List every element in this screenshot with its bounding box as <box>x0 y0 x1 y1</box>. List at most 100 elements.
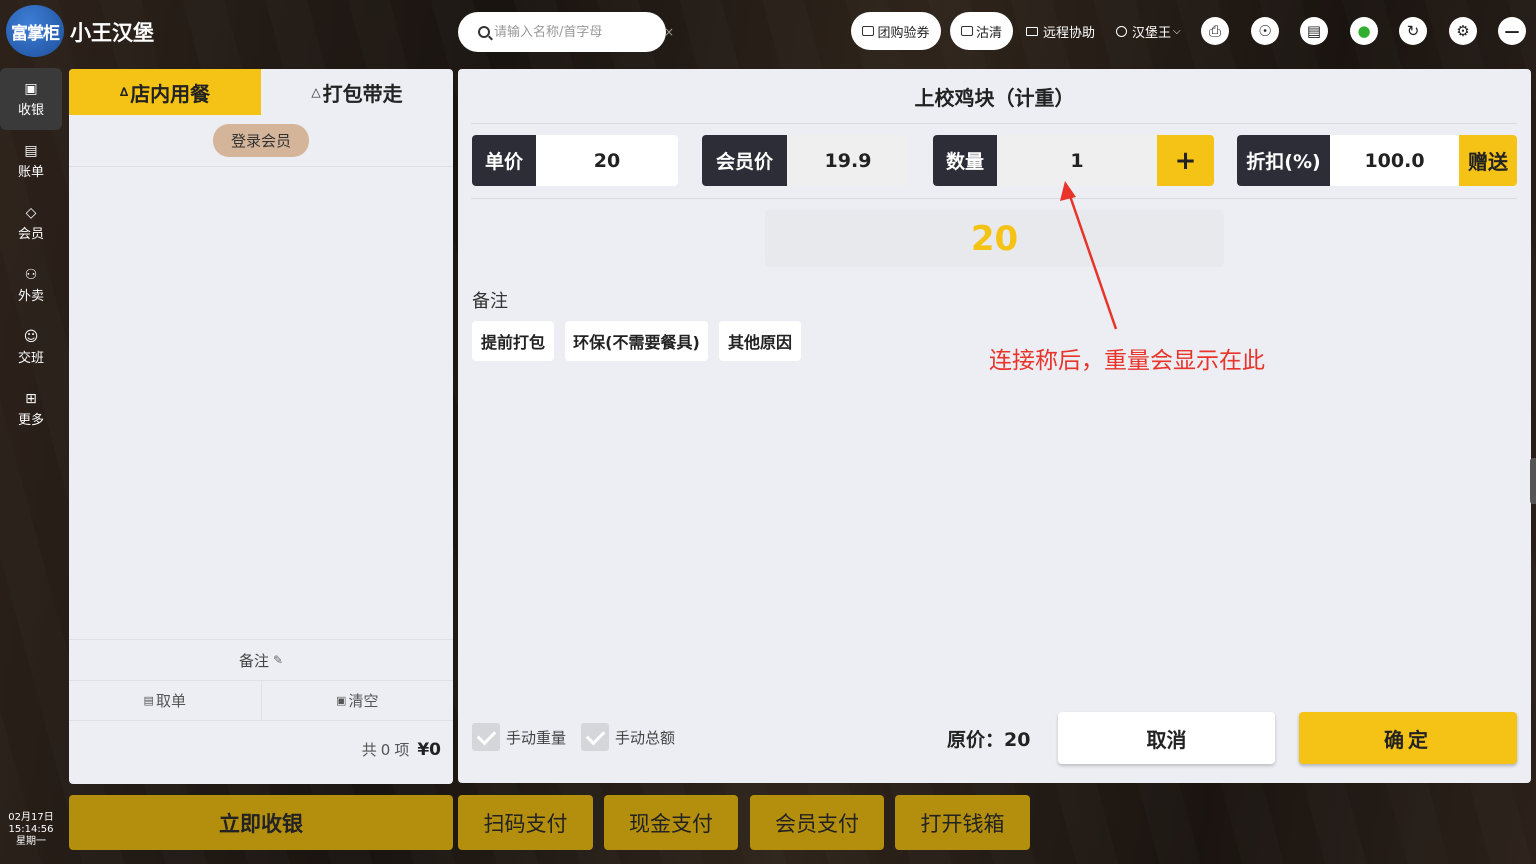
tab-takeaway-label: 打包带走 <box>322 81 403 106</box>
member-login-area: 登录会员 <box>69 115 453 167</box>
remark-chip-other[interactable]: 其他原因 <box>719 321 801 361</box>
shop-name: 小王汉堡 <box>70 21 154 45</box>
wifi-icon: ● <box>1357 21 1371 40</box>
refresh-button[interactable]: ↻ <box>1399 17 1427 45</box>
take-order-label: 取单 <box>155 692 186 710</box>
sidebar-item-more[interactable]: ⊞ 更多 <box>0 378 62 440</box>
take-order-icon: ▤ <box>143 694 154 707</box>
minimize-icon: — <box>1504 21 1520 40</box>
group-coupon-label: 团购验券 <box>877 25 930 41</box>
divider <box>471 123 1517 124</box>
clock-time: 15:14:56 <box>8 824 54 835</box>
unit-price-field: 单价 20 <box>472 135 678 186</box>
manual-weight-checkbox[interactable]: 手动重量 <box>472 723 566 751</box>
clock: 02月17日 15:14:56 星期一 <box>0 812 62 848</box>
count-suffix: 项 <box>394 741 410 759</box>
edit-icon: ✎ <box>272 653 284 667</box>
tab-dine-in-label: 店内用餐 <box>130 81 211 106</box>
order-total: ¥0 <box>417 740 441 760</box>
manual-weight-label: 手动重量 <box>506 728 567 747</box>
order-tabs: ∆ 店内用餐 △ 打包带走 <box>69 69 453 115</box>
cashier-icon: ▣ <box>24 80 38 97</box>
sidebar-item-label: 更多 <box>17 412 44 428</box>
printer-button[interactable]: ⎙ <box>1201 17 1229 45</box>
arrow-head <box>1060 181 1076 201</box>
sidebar-item-bill[interactable]: ▤ 账单 <box>0 130 62 192</box>
order-remark-label: 备注 <box>238 651 269 670</box>
order-remark-button[interactable]: 备注 ✎ <box>69 639 453 681</box>
cancel-button[interactable]: 取消 <box>1058 712 1275 764</box>
minimize-button[interactable]: — <box>1498 17 1526 45</box>
support-icon: ☉ <box>1258 21 1272 40</box>
discount-value[interactable]: 100.0 <box>1330 135 1459 186</box>
grid-icon: ⊞ <box>25 390 37 407</box>
sidebar-item-cashier[interactable]: ▣ 收银 <box>0 68 62 130</box>
remark-chip-pack-early[interactable]: 提前打包 <box>472 321 554 361</box>
checkout-button[interactable]: 立即收银 <box>69 795 453 850</box>
printer-icon: ⎙ <box>1208 21 1221 40</box>
take-order-button[interactable]: ▤ 取单 <box>69 681 262 720</box>
search-input[interactable] <box>494 24 664 40</box>
clean-button[interactable]: 沽清 <box>950 12 1013 50</box>
original-price: 原价：20 <box>947 729 1031 751</box>
member-login-button[interactable]: 登录会员 <box>212 124 309 157</box>
arrow-shaft <box>1067 192 1118 330</box>
discount-label: 折扣(%) <box>1237 135 1330 186</box>
clear-search-icon[interactable]: × <box>664 25 674 39</box>
unit-price-label: 单价 <box>472 135 536 186</box>
member-price-label: 会员价 <box>702 135 787 186</box>
quantity-label: 数量 <box>933 135 997 186</box>
unit-price-value[interactable]: 20 <box>536 135 678 186</box>
tab-takeaway[interactable]: △ 打包带走 <box>261 69 453 115</box>
remote-help-button[interactable]: 远程协助 <box>1026 22 1095 41</box>
handover-icon: ☺ <box>23 328 39 345</box>
settings-icon: ⚙ <box>1456 21 1470 40</box>
checkbox-checked-icon <box>581 723 609 751</box>
delivery-icon: ⚇ <box>24 266 38 283</box>
search-box[interactable]: × <box>458 12 674 52</box>
manual-total-checkbox[interactable]: 手动总额 <box>581 723 675 751</box>
gift-button[interactable]: 赠送 <box>1459 135 1517 186</box>
sidebar-item-label: 收银 <box>17 102 44 118</box>
trash-icon: ▣ <box>336 694 347 707</box>
member-pay-button[interactable]: 会员支付 <box>750 795 884 850</box>
screen-button[interactable]: ▤ <box>1300 17 1328 45</box>
app-logo: 富掌柜 <box>6 5 64 57</box>
remark-label: 备注 <box>472 291 508 312</box>
order-summary: 共 0 项 ¥0 <box>362 739 441 760</box>
sidebar-item-handover[interactable]: ☺ 交班 <box>0 316 62 378</box>
chevron-down-icon: ⌵ <box>1173 26 1181 37</box>
user-menu[interactable]: 汉堡王 ⌵ <box>1116 22 1181 41</box>
settings-button[interactable]: ⚙ <box>1449 17 1477 45</box>
group-coupon-button[interactable]: 团购验券 <box>851 12 941 50</box>
search-icon <box>478 26 490 38</box>
user-icon <box>1116 26 1127 37</box>
quantity-plus-button[interactable]: + <box>1157 135 1214 186</box>
cash-pay-button[interactable]: 现金支付 <box>604 795 738 850</box>
remark-chip-eco[interactable]: 环保(不需要餐具) <box>565 321 708 361</box>
scan-pay-button[interactable]: 扫码支付 <box>458 795 593 850</box>
diamond-icon: ◇ <box>25 204 37 221</box>
bill-icon: ▤ <box>24 142 38 159</box>
subtotal-display: 20 <box>765 210 1224 267</box>
weight-item-dialog: 上校鸡块（计重） 单价 20 会员价 19.9 数量 1 + 折扣(%) 100… <box>458 69 1531 783</box>
manual-total-label: 手动总额 <box>615 728 676 747</box>
sidebar-item-delivery[interactable]: ⚇ 外卖 <box>0 254 62 316</box>
clock-date: 02月17日 <box>8 812 54 823</box>
annotation-arrow <box>1060 181 1118 330</box>
sidebar-item-member[interactable]: ◇ 会员 <box>0 192 62 254</box>
tab-dine-in[interactable]: ∆ 店内用餐 <box>69 69 261 115</box>
checkbox-checked-icon <box>472 723 500 751</box>
order-actions: ▤ 取单 ▣ 清空 <box>69 681 453 721</box>
dialog-title: 上校鸡块（计重） <box>914 86 1075 110</box>
count-prefix: 共 <box>361 741 377 759</box>
clear-order-button[interactable]: ▣ 清空 <box>262 681 454 720</box>
confirm-button[interactable]: 确定 <box>1299 712 1517 764</box>
bag-icon: △ <box>311 85 321 99</box>
wifi-button[interactable]: ● <box>1350 17 1378 45</box>
item-count: 0 <box>380 741 391 759</box>
side-drawer-handle[interactable] <box>1530 458 1536 504</box>
open-drawer-button[interactable]: 打开钱箱 <box>895 795 1030 850</box>
clean-label: 沽清 <box>975 25 1002 41</box>
support-button[interactable]: ☉ <box>1251 17 1279 45</box>
